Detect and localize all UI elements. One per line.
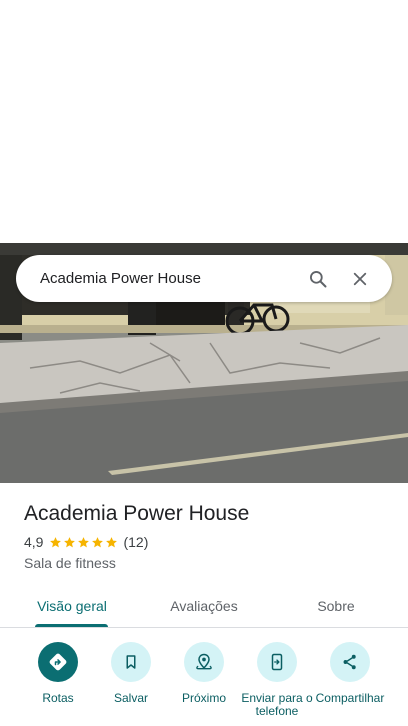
search-input[interactable]: Academia Power House	[40, 270, 294, 287]
review-count[interactable]: (12)	[123, 534, 148, 550]
star-icon	[64, 536, 76, 547]
search-icon[interactable]	[300, 261, 336, 297]
tab-overview[interactable]: Visão geral	[24, 583, 120, 628]
rating-row[interactable]: 4,9 (12)	[24, 533, 394, 551]
directions-button[interactable]: Rotas	[21, 641, 95, 705]
save-button[interactable]: Salvar	[94, 641, 168, 705]
send-to-phone-label: Enviar para o telefone	[241, 691, 313, 718]
search-bar[interactable]: Academia Power House	[16, 255, 392, 302]
place-title: Academia Power House	[24, 502, 250, 525]
directions-label: Rotas	[42, 691, 74, 705]
star-icon	[106, 536, 118, 547]
nearby-button[interactable]: Próximo	[167, 641, 241, 705]
star-icon	[92, 536, 104, 547]
tab-reviews[interactable]: Avaliações	[156, 583, 252, 628]
send-to-phone-button[interactable]: Enviar para o telefone	[240, 641, 314, 718]
tab-about[interactable]: Sobre	[288, 583, 384, 628]
share-icon	[343, 654, 356, 670]
rating-value: 4,9	[24, 534, 44, 550]
place-category: Sala de fitness	[24, 555, 116, 571]
nearby-label: Próximo	[181, 691, 226, 705]
place-info: Academia Power House 4,9 (12) Sala de fi…	[24, 500, 394, 571]
share-label: Compartilhar	[315, 691, 385, 705]
nearby-icon	[196, 653, 212, 670]
rating-stars	[49, 536, 119, 549]
star-icon	[50, 536, 62, 547]
star-icon	[78, 536, 90, 547]
close-icon[interactable]	[342, 261, 378, 297]
share-button[interactable]: Compartilhar	[313, 641, 387, 705]
active-tab-indicator	[35, 624, 108, 627]
bookmark-icon	[126, 655, 136, 669]
directions-icon	[49, 653, 67, 671]
save-label: Salvar	[113, 691, 148, 705]
tab-bar: Visão geral Avaliações Sobre	[0, 583, 408, 628]
send-to-phone-icon	[271, 653, 283, 671]
action-bar: Rotas Salvar Próximo Enviar para o telef…	[0, 641, 408, 726]
map-blank-area	[0, 0, 408, 243]
